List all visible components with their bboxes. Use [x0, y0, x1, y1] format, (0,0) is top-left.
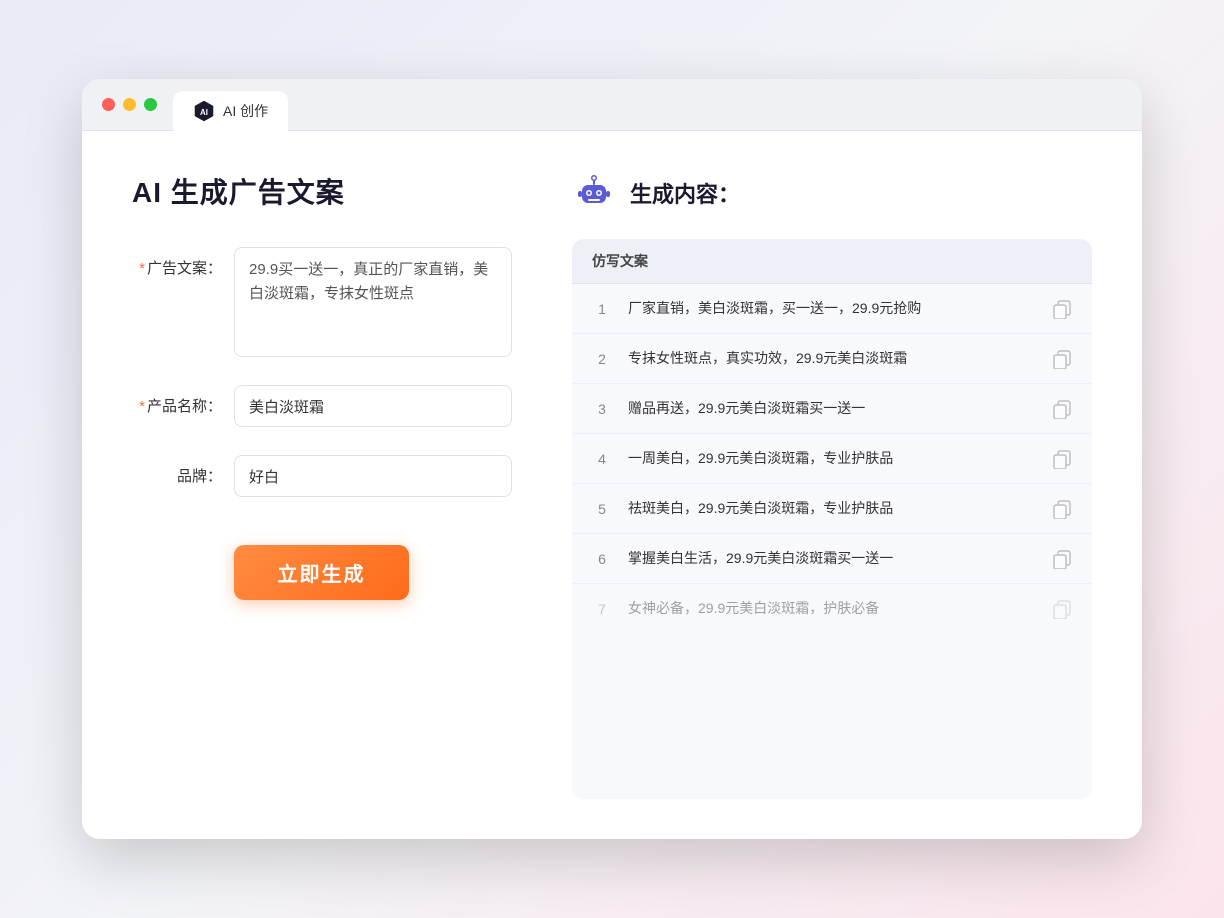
ad-copy-textarea[interactable]: 29.9买一送一，真正的厂家直销，美白淡斑霜，专抹女性斑点 [234, 247, 512, 357]
result-text: 一周美白，29.9元美白淡斑霜，专业护肤品 [628, 448, 1036, 469]
right-header: 生成内容： [572, 171, 1092, 215]
result-number: 1 [592, 301, 612, 317]
right-panel: 生成内容： 仿写文案 1 厂家直销，美白淡斑霜，买一送一，29.9元抢购 2 专… [572, 171, 1092, 799]
traffic-lights [102, 98, 157, 111]
result-number: 5 [592, 501, 612, 517]
result-text: 祛斑美白，29.9元美白淡斑霜，专业护肤品 [628, 498, 1036, 519]
result-item: 7 女神必备，29.9元美白淡斑霜，护肤必备 [572, 584, 1092, 633]
copy-icon[interactable] [1052, 299, 1072, 319]
ad-copy-label: *广告文案： [132, 247, 222, 278]
page-title: AI 生成广告文案 [132, 171, 512, 211]
result-text: 女神必备，29.9元美白淡斑霜，护肤必备 [628, 598, 1036, 619]
brand-label: 品牌： [132, 455, 222, 486]
ai-hex-icon: AI [193, 100, 215, 122]
results-container: 仿写文案 1 厂家直销，美白淡斑霜，买一送一，29.9元抢购 2 专抹女性斑点，… [572, 239, 1092, 799]
svg-text:AI: AI [200, 108, 208, 117]
result-text: 赠品再送，29.9元美白淡斑霜买一送一 [628, 398, 1036, 419]
result-item: 2 专抹女性斑点，真实功效，29.9元美白淡斑霜 [572, 334, 1092, 384]
result-text: 掌握美白生活，29.9元美白淡斑霜买一送一 [628, 548, 1036, 569]
minimize-button[interactable] [123, 98, 136, 111]
brand-group: 品牌： [132, 455, 512, 497]
results-list: 1 厂家直销，美白淡斑霜，买一送一，29.9元抢购 2 专抹女性斑点，真实功效，… [572, 284, 1092, 633]
result-number: 2 [592, 351, 612, 367]
browser-window: AI AI 创作 AI 生成广告文案 *广告文案： 29.9买一送一，真正的厂家… [82, 79, 1142, 839]
tab-ai-creation[interactable]: AI AI 创作 [173, 91, 288, 131]
copy-icon[interactable] [1052, 599, 1072, 619]
result-item: 6 掌握美白生活，29.9元美白淡斑霜买一送一 [572, 534, 1092, 584]
copy-icon[interactable] [1052, 549, 1072, 569]
result-item: 5 祛斑美白，29.9元美白淡斑霜，专业护肤品 [572, 484, 1092, 534]
copy-icon[interactable] [1052, 349, 1072, 369]
content-area: AI 生成广告文案 *广告文案： 29.9买一送一，真正的厂家直销，美白淡斑霜，… [82, 131, 1142, 839]
brand-input[interactable] [234, 455, 512, 497]
tab-title: AI 创作 [223, 101, 268, 121]
product-name-label: *产品名称： [132, 385, 222, 416]
result-text: 厂家直销，美白淡斑霜，买一送一，29.9元抢购 [628, 298, 1036, 319]
right-title: 生成内容： [630, 177, 740, 209]
results-header: 仿写文案 [572, 239, 1092, 284]
title-bar: AI AI 创作 [82, 79, 1142, 131]
maximize-button[interactable] [144, 98, 157, 111]
result-number: 6 [592, 551, 612, 567]
left-panel: AI 生成广告文案 *广告文案： 29.9买一送一，真正的厂家直销，美白淡斑霜，… [132, 171, 512, 799]
copy-icon[interactable] [1052, 449, 1072, 469]
required-star-1: * [139, 260, 145, 277]
robot-icon [572, 171, 616, 215]
result-item: 3 赠品再送，29.9元美白淡斑霜买一送一 [572, 384, 1092, 434]
ad-copy-group: *广告文案： 29.9买一送一，真正的厂家直销，美白淡斑霜，专抹女性斑点 [132, 247, 512, 357]
result-item: 1 厂家直销，美白淡斑霜，买一送一，29.9元抢购 [572, 284, 1092, 334]
generate-button[interactable]: 立即生成 [234, 545, 409, 600]
result-text: 专抹女性斑点，真实功效，29.9元美白淡斑霜 [628, 348, 1036, 369]
result-number: 4 [592, 451, 612, 467]
close-button[interactable] [102, 98, 115, 111]
product-name-group: *产品名称： [132, 385, 512, 427]
result-number: 3 [592, 401, 612, 417]
result-number: 7 [592, 601, 612, 617]
result-item: 4 一周美白，29.9元美白淡斑霜，专业护肤品 [572, 434, 1092, 484]
copy-icon[interactable] [1052, 499, 1072, 519]
copy-icon[interactable] [1052, 399, 1072, 419]
required-star-2: * [139, 398, 145, 415]
product-name-input[interactable] [234, 385, 512, 427]
